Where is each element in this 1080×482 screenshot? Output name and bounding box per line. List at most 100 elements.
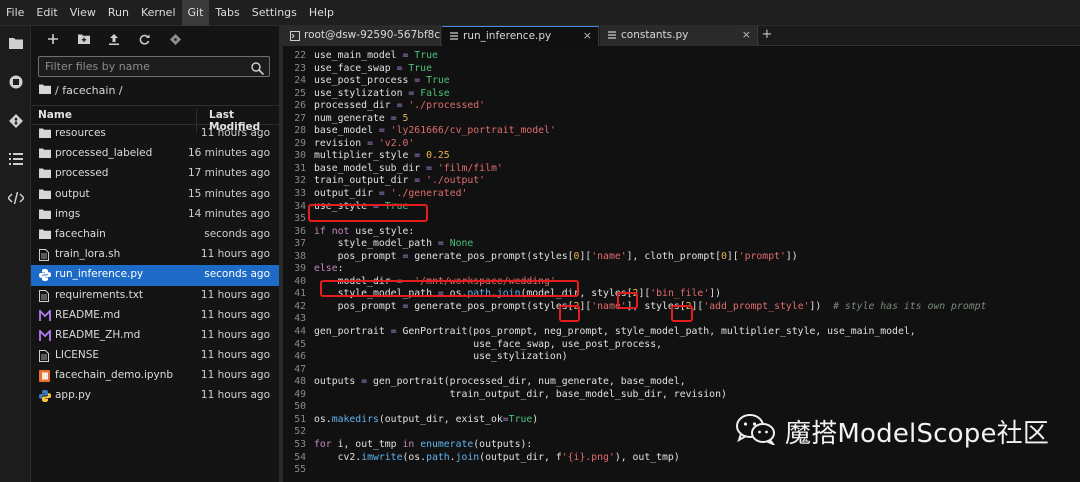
line-number: 34 [294,200,306,212]
code-text: if not use_style: [314,225,415,237]
file-name: train_lora.sh [55,248,121,261]
git-icon[interactable] [8,113,24,129]
folder-icon [39,128,51,140]
file-modified: 17 minutes ago [187,167,270,180]
file-row[interactable]: train_lora.sh 11 hours ago [31,245,279,265]
file-browser-toolbar [31,26,279,52]
menu-view[interactable]: View [64,0,102,26]
line-number: 23 [294,62,306,74]
tab-label: root@dsw-92590-567bf8c [304,29,441,41]
file-name: facechain_demo.ipynb [55,369,174,382]
close-icon[interactable]: × [742,28,751,41]
menu-edit[interactable]: Edit [30,0,63,26]
filter-files-input[interactable] [45,59,245,74]
line-number: 33 [294,188,306,200]
line-number: 32 [294,175,306,187]
file-row[interactable]: resources 11 hours ago [31,124,279,144]
code-line: 45 use_face_swap, use_post_process, [283,339,1080,352]
new-folder-icon[interactable] [76,31,92,47]
close-icon[interactable]: × [583,29,592,42]
python-icon [39,390,51,403]
editor-tab-bar: root@dsw-92590-567bf8c run_inference.py … [283,26,1080,46]
filter-files-field[interactable] [38,56,270,77]
file-modified: 14 minutes ago [187,207,270,220]
file-icon [39,350,51,363]
menu-git[interactable]: Git [181,0,210,26]
file-list-header: Name Last Modified [31,105,279,133]
line-number: 55 [294,464,306,476]
file-modified: 11 hours ago [200,127,270,139]
code-icon[interactable] [8,190,24,206]
code-line: 25 use_stylization = False [283,88,1080,101]
menu-tabs[interactable]: Tabs [209,0,245,26]
code-line: 22 use_main_model = True [283,50,1080,63]
code-line: 23 use_face_swap = True [283,63,1080,76]
code-text: gen_portrait = GenPortrait(pos_prompt, n… [314,326,916,338]
code-text: use_post_process = True [314,75,450,87]
new-launcher-icon[interactable] [45,31,61,47]
git-clone-icon[interactable] [167,31,183,47]
folder-icon[interactable] [39,84,51,97]
line-number: 54 [294,451,306,463]
file-row[interactable]: output 15 minutes ago [31,185,279,205]
tab-constants[interactable]: constants.py × [600,26,758,46]
running-icon[interactable] [8,74,24,90]
file-row[interactable]: imgs 14 minutes ago [31,205,279,225]
file-row[interactable]: requirements.txt 11 hours ago [31,286,279,306]
breadcrumb: / facechain / [39,84,123,97]
file-modified: 11 hours ago [200,369,270,382]
highlight-box [320,280,579,297]
code-text: style_model_path = None [314,238,474,250]
menu-help[interactable]: Help [303,0,340,26]
file-row[interactable]: processed_labeled 16 minutes ago [31,144,279,164]
line-number: 31 [294,162,306,174]
line-number: 42 [294,300,306,312]
file-modified: 11 hours ago [200,349,270,362]
file-name: imgs [55,207,81,220]
line-number: 28 [294,125,306,137]
refresh-icon[interactable] [136,31,152,47]
folder-icon [39,189,51,201]
file-row[interactable]: README.md 11 hours ago [31,306,279,326]
notebook-icon [39,370,51,383]
watermark-text: 魔搭ModelScope社区 [785,418,1050,449]
file-modified: seconds ago [204,227,270,240]
line-number: 52 [294,426,306,438]
code-text: output_dir = './generated' [314,188,468,200]
line-number: 48 [294,376,306,388]
file-row[interactable]: app.py 11 hours ago [31,386,279,406]
file-modified: 11 hours ago [200,248,270,261]
file-name: processed [55,167,109,180]
code-line: 55 [283,464,1080,477]
file-row[interactable]: facechain_demo.ipynb 11 hours ago [31,366,279,386]
file-row[interactable]: run_inference.py seconds ago [31,265,279,286]
add-tab-button[interactable]: + [760,27,774,45]
line-number: 27 [294,112,306,124]
line-number: 43 [294,313,306,325]
code-text: base_model = 'ly261666/cv_portrait_model… [314,125,556,137]
tab-run-inference[interactable]: run_inference.py × [442,26,599,46]
code-line: 24 use_post_process = True [283,75,1080,88]
code-text: train_output_dir = './output' [314,175,486,187]
folder-icon[interactable] [8,35,24,51]
code-text: train_output_dir, base_model_sub_dir, re… [314,388,727,400]
upload-icon[interactable] [106,31,122,47]
menu-kernel[interactable]: Kernel [135,0,182,26]
list-icon[interactable] [8,151,24,167]
menu-file[interactable]: File [0,0,30,26]
column-name-header[interactable]: Name [38,109,72,121]
code-text: outputs = gen_portrait(processed_dir, nu… [314,376,686,388]
menu-run[interactable]: Run [102,0,135,26]
code-text: cv2.imwrite(os.path.join(output_dir, f'{… [314,451,680,463]
file-row[interactable]: LICENSE 11 hours ago [31,346,279,366]
tab-terminal[interactable]: root@dsw-92590-567bf8c [283,26,441,46]
breadcrumb-path[interactable]: / facechain / [55,84,123,97]
file-row[interactable]: processed 17 minutes ago [31,164,279,184]
code-text: multiplier_style = 0.25 [314,150,450,162]
file-name: README_ZH.md [55,328,141,341]
file-row[interactable]: README_ZH.md 11 hours ago [31,326,279,346]
file-row[interactable]: facechain seconds ago [31,225,279,245]
file-name: facechain [55,227,106,240]
menu-bar: File Edit View Run Kernel Git Tabs Settings Help [0,0,1080,26]
menu-settings[interactable]: Settings [246,0,303,26]
